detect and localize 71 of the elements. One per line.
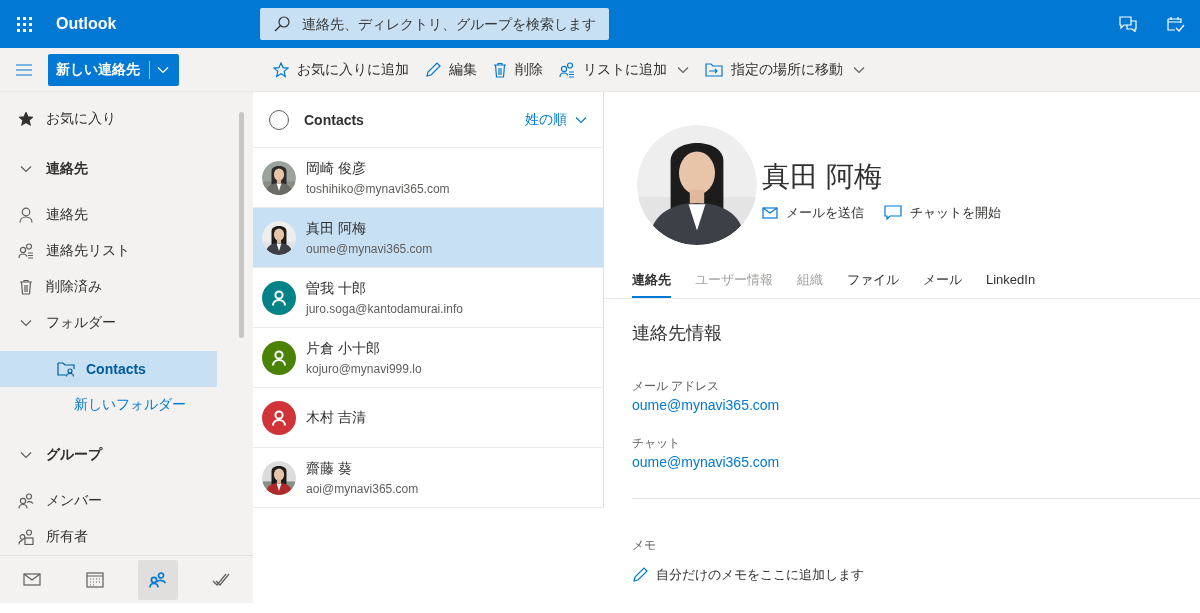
contact-name: 真田 阿梅 (306, 219, 367, 238)
toolbar-button[interactable]: 編集 (419, 53, 483, 86)
sidebar-item[interactable]: Contacts (0, 351, 217, 387)
star-icon (273, 61, 289, 78)
contact-row[interactable]: 木村 吉清 (253, 388, 603, 448)
contact-name: 真田 阿梅 (762, 160, 883, 194)
sidebar-item[interactable]: 連絡先リスト (0, 233, 217, 269)
contact-email: oume@mynavi365.com (306, 241, 433, 256)
sidebar-item[interactable]: お気に入り (0, 101, 217, 137)
toolbar-button[interactable]: お気に入りに追加 (267, 53, 415, 86)
action-link[interactable]: チャットを開始 (884, 204, 1001, 222)
contact-email: aoi@mynavi365.com (306, 481, 419, 496)
section-header[interactable]: フォルダー (0, 305, 217, 341)
toolbar-button[interactable]: 指定の場所に移動 (699, 53, 871, 86)
sidebar-item[interactable]: 連絡先 (0, 197, 217, 233)
field-label: チャット (632, 435, 681, 452)
search-field[interactable]: 連絡先、ディレクトリ、グループを検索します (260, 8, 609, 40)
tab[interactable]: LinkedIn (986, 263, 1036, 298)
people-icon[interactable] (138, 559, 179, 600)
tab[interactable]: 連絡先 (632, 263, 671, 298)
star-icon (19, 112, 33, 126)
app-name: Outlook (56, 15, 118, 33)
contact-row[interactable]: 片倉 小十郎 kojuro@mynavi999.lo (253, 328, 603, 388)
contact-name: 片倉 小十郎 (306, 339, 381, 358)
section-title: 連絡先情報 (632, 322, 723, 345)
sidebar-item[interactable]: 削除済み (0, 269, 217, 305)
pencil-icon (425, 61, 441, 78)
search-icon (274, 16, 290, 32)
tab[interactable]: ファイル (847, 263, 899, 298)
field-label: メモ (632, 537, 657, 554)
sort-dropdown[interactable]: 姓の順 (525, 110, 587, 129)
people-icon (18, 529, 34, 545)
chat-icon (884, 205, 902, 221)
folder-arrow-icon (705, 62, 723, 77)
field-label: メール アドレス (632, 378, 721, 395)
toolbar-button[interactable]: 削除 (487, 53, 549, 86)
contact-name: 齋藤 葵 (306, 459, 353, 478)
contact-email: juro.soga@kantodamurai.info (306, 301, 463, 316)
tab[interactable]: メール (923, 263, 962, 298)
sidebar-item[interactable]: メンバー (0, 483, 217, 519)
caret-icon (575, 115, 587, 124)
section-header[interactable]: 連絡先 (0, 151, 217, 187)
scrollbar[interactable] (239, 112, 244, 338)
mail-icon (762, 207, 778, 219)
list-title: Contacts (304, 111, 364, 128)
contact-row[interactable]: 真田 阿梅 oume@mynavi365.com (253, 208, 603, 268)
folder-icon (57, 361, 75, 377)
trash-icon (493, 61, 507, 78)
folder-link[interactable]: 新しいフォルダー (0, 387, 217, 423)
toolbar-button[interactable]: リストに追加 (553, 53, 695, 86)
pencil-icon (632, 567, 648, 583)
people-icon (18, 243, 34, 259)
contact-name: 木村 吉清 (306, 408, 366, 427)
contact-row[interactable]: 齋藤 葵 aoi@mynavi365.com (253, 448, 603, 508)
section-header[interactable]: グループ (0, 437, 217, 473)
people-icon (18, 493, 34, 509)
contact-row[interactable]: 曽我 十郎 juro.soga@kantodamurai.info (253, 268, 603, 328)
people-icon (559, 61, 575, 78)
add-note-button[interactable]: 自分だけのメモをここに追加します (632, 566, 864, 584)
contact-name: 岡崎 俊彦 (306, 159, 367, 178)
sidebar-item[interactable]: 所有者 (0, 519, 217, 555)
person-icon (19, 207, 33, 223)
trash-icon (19, 279, 33, 295)
field-value: oume@mynavi365.com (632, 397, 781, 413)
action-link[interactable]: メールを送信 (762, 204, 864, 222)
field-value: oume@mynavi365.com (632, 454, 781, 470)
new-contact-button[interactable]: 新しい連絡先 (48, 53, 179, 86)
chevron-icon (157, 65, 169, 74)
contact-name: 曽我 十郎 (306, 279, 367, 298)
contact-email: toshihiko@mynavi365.com (306, 181, 450, 196)
contact-email: kojuro@mynavi999.lo (306, 361, 422, 376)
